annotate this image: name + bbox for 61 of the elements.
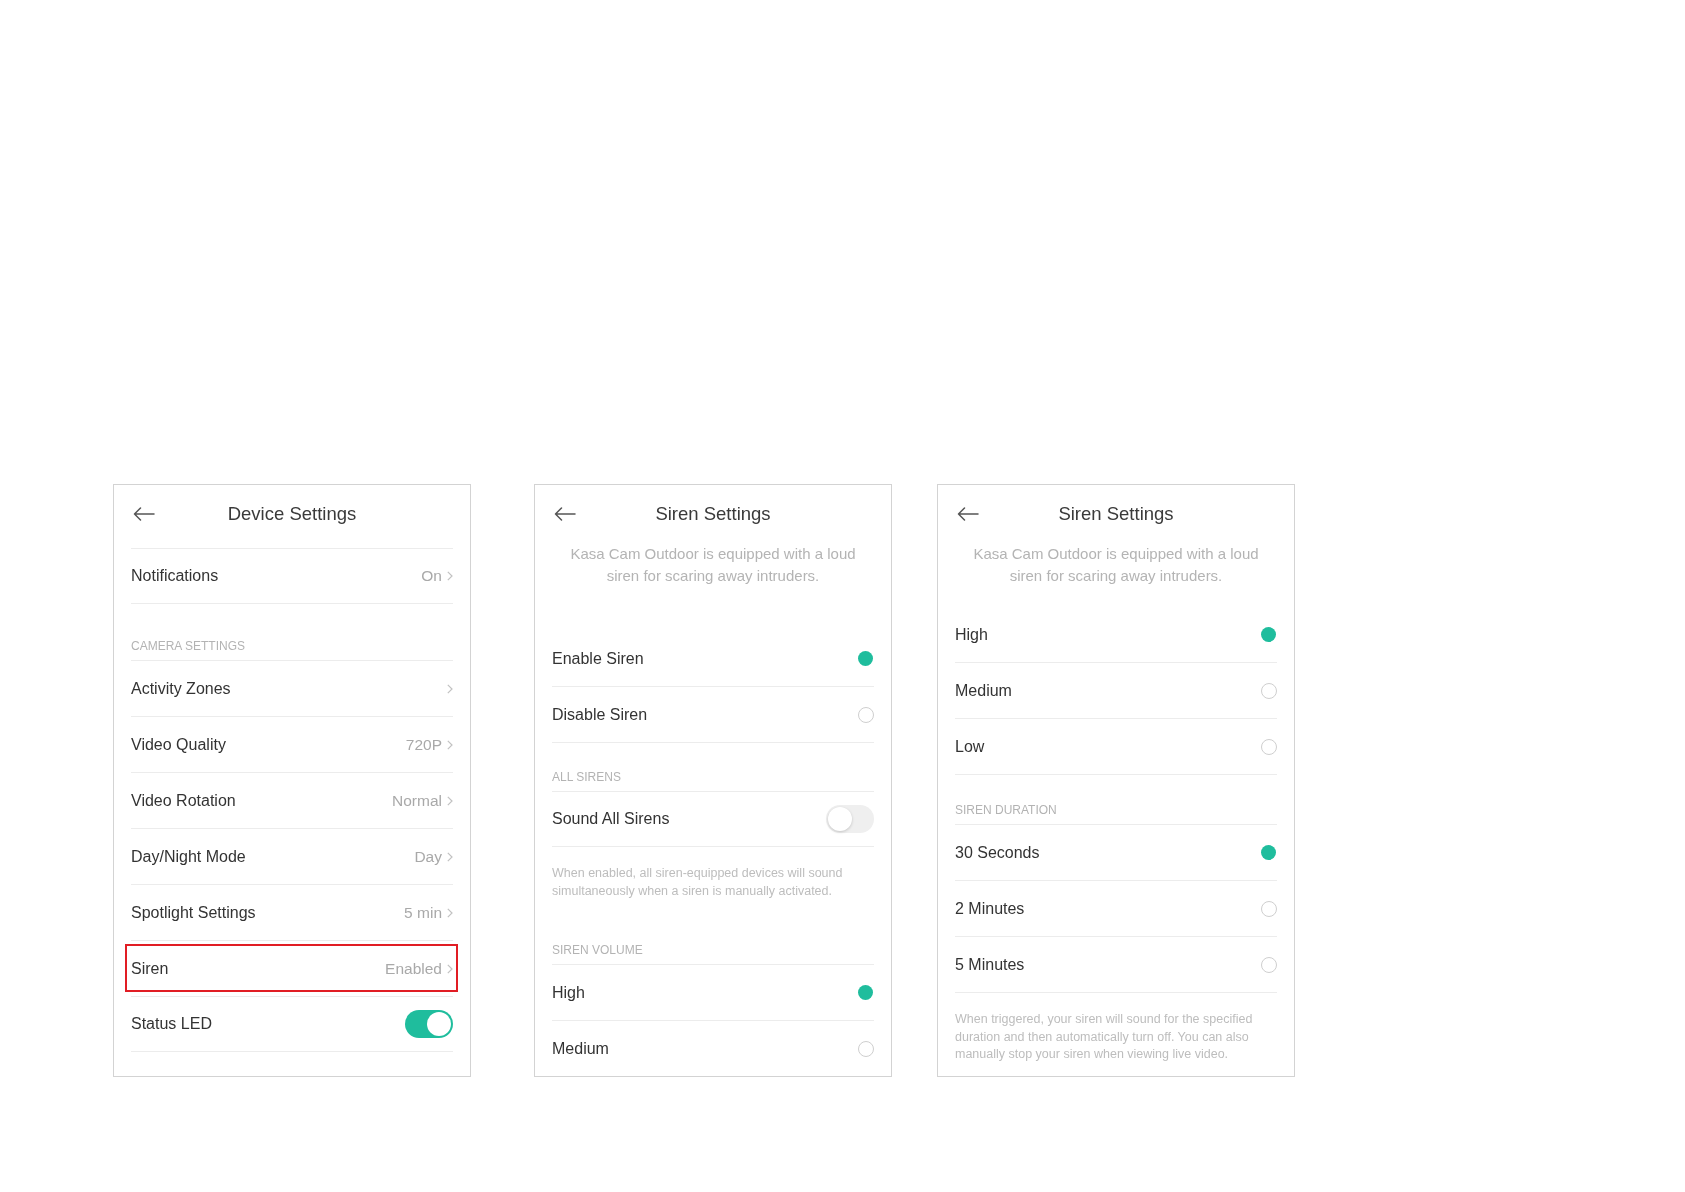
setting-label[interactable]: Notifications (131, 564, 219, 588)
chevron-right-icon (447, 795, 453, 806)
section-heading: SIREN VOLUME (552, 943, 643, 957)
back-button[interactable] (132, 506, 156, 522)
radio-button[interactable] (1261, 738, 1277, 755)
section-heading: SIREN DURATION (955, 803, 1057, 817)
toggle-switch[interactable] (826, 805, 874, 833)
setting-value: Enabled (385, 958, 442, 979)
option-label: High (955, 624, 988, 645)
description-text: Kasa Cam Outdoor is equipped with a loud siren for scaring away intruders. (569, 544, 857, 586)
setting-label[interactable]: Video Quality (131, 732, 226, 757)
setting-value: On (421, 566, 442, 587)
option-label: 2 Minutes (955, 898, 1025, 919)
radio-button[interactable] (1261, 845, 1276, 860)
setting-label[interactable]: Siren (131, 956, 169, 981)
description-text: Kasa Cam Outdoor is equipped with a loud siren for scaring away intruders. (972, 544, 1260, 586)
screen-title: Siren Settings (1057, 502, 1175, 527)
radio-button[interactable] (1261, 900, 1277, 917)
setting-label[interactable]: Activity Zones (131, 676, 231, 701)
setting-label[interactable]: Day/Night Mode (131, 844, 246, 869)
chevron-right-icon (447, 851, 453, 862)
setting-value: 720P (405, 734, 442, 755)
section-heading: CAMERA SETTINGS (131, 639, 246, 653)
radio-button[interactable] (858, 985, 873, 1000)
setting-value: Day (414, 846, 442, 867)
radio-button[interactable] (1261, 627, 1276, 642)
chevron-right-icon (447, 571, 453, 581)
arrow-left-icon (554, 507, 576, 521)
option-label: Enable Siren (552, 648, 644, 669)
screen-title: Device Settings (226, 502, 358, 527)
arrow-left-icon (957, 507, 979, 521)
setting-value: Normal (392, 790, 442, 811)
setting-label[interactable]: Video Rotation (131, 788, 236, 813)
radio-button[interactable] (858, 651, 873, 666)
note-text: When enabled, all siren-equipped devices will sound simultaneously when a siren is manually activated. (552, 865, 844, 900)
option-label: Medium (552, 1038, 609, 1059)
chevron-right-icon (447, 907, 453, 918)
note-text: When triggered, your siren will sound for the specified duration and then automatically turn off. You can also manually stop your siren when viewing live video. (955, 1011, 1254, 1063)
radio-button[interactable] (1261, 956, 1277, 973)
option-label: Medium (955, 680, 1012, 701)
radio-button[interactable] (858, 1040, 874, 1057)
option-label: Disable Siren (552, 704, 648, 725)
back-button[interactable] (956, 506, 980, 522)
chevron-right-icon (447, 683, 453, 694)
option-label: High (552, 982, 585, 1003)
setting-value: 5 min (404, 902, 442, 923)
back-button[interactable] (553, 506, 577, 522)
radio-button[interactable] (1261, 682, 1277, 699)
option-label: Low (955, 736, 985, 757)
option-label: 5 Minutes (955, 954, 1025, 975)
chevron-right-icon (447, 963, 453, 974)
setting-label[interactable]: Spotlight Settings (131, 900, 256, 925)
setting-label: Sound All Sirens (552, 809, 670, 829)
setting-label: Status LED (131, 1014, 212, 1034)
section-heading: ALL SIRENS (552, 770, 621, 784)
chevron-right-icon (447, 739, 453, 750)
screen-title: Siren Settings (654, 502, 772, 527)
option-label: 30 Seconds (955, 842, 1040, 863)
radio-button[interactable] (858, 706, 874, 723)
arrow-left-icon (133, 507, 155, 521)
toggle-switch[interactable] (405, 1010, 453, 1038)
